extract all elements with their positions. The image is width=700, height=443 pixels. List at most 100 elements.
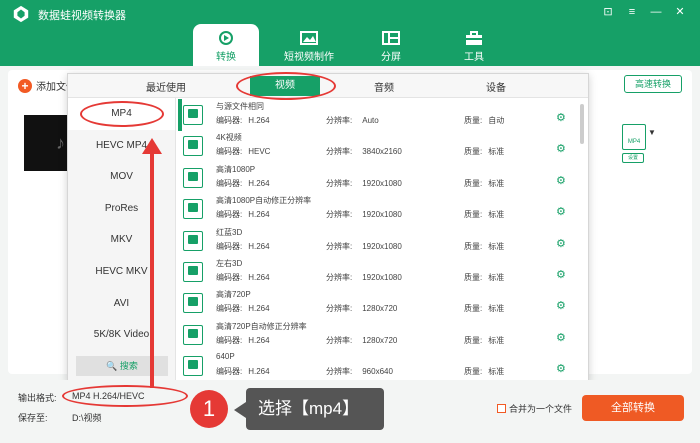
- tab-split-screen[interactable]: 分屏: [358, 24, 424, 66]
- gear-icon[interactable]: ⚙: [556, 237, 566, 250]
- codec-value: H.264: [248, 272, 270, 282]
- codec-label: 编码器:: [216, 335, 243, 345]
- output-format-label: 输出格式:: [18, 393, 57, 403]
- close-button[interactable]: ✕: [668, 4, 692, 20]
- video-file-icon: [183, 261, 203, 282]
- tab-tools[interactable]: 工具: [441, 24, 507, 66]
- preset-row[interactable]: 与源文件相同 编码器: H.264 分辨率: Auto 质量: 自动 ⚙: [178, 99, 588, 130]
- resolution-value: 1920x1080: [362, 272, 402, 282]
- title-bar: 数据蛙视频转换器 ⊡ ≡ — ✕: [0, 0, 700, 66]
- image-icon: [300, 31, 318, 45]
- video-file-icon: [183, 293, 203, 314]
- preset-quality: 质量: 标准: [464, 272, 504, 283]
- preset-codec: 编码器: H.264: [216, 178, 270, 189]
- gear-icon[interactable]: ⚙: [556, 174, 566, 187]
- gear-icon[interactable]: ⚙: [556, 299, 566, 312]
- codec-value: H.264: [248, 178, 270, 188]
- preset-resolution: 分辨率: 1920x1080: [326, 241, 402, 252]
- codec-value: H.264: [248, 210, 270, 220]
- quality-value: 标准: [488, 178, 505, 188]
- codec-label: 编码器:: [216, 147, 243, 157]
- quality-value: 标准: [488, 147, 505, 157]
- resolution-value: 1280x720: [362, 304, 398, 314]
- preset-row[interactable]: 高清1080P自动修正分辨率 编码器: H.264 分辨率: 1920x1080 质…: [178, 193, 588, 224]
- resolution-label: 分辨率:: [326, 147, 353, 157]
- preset-row[interactable]: 640P 编码器: H.264 分辨率: 960x640 质量: 标准 ⚙: [178, 350, 588, 381]
- resolution-value: 960x640: [362, 367, 393, 377]
- preset-quality: 质量: 标准: [464, 241, 504, 252]
- preset-row[interactable]: 高清1080P 编码器: H.264 分辨率: 1920x1080 质量: 标准 ⚙: [178, 162, 588, 193]
- codec-value: HEVC: [248, 147, 271, 157]
- quality-value: 标准: [488, 272, 505, 282]
- preset-name: 高清1080P自动修正分辨率: [216, 196, 312, 206]
- gear-icon[interactable]: ⚙: [556, 142, 566, 155]
- quality-value: 标准: [488, 304, 505, 314]
- preset-codec: 编码器: H.264: [216, 366, 270, 377]
- settings-chip[interactable]: 设置: [622, 153, 644, 163]
- preset-row[interactable]: 高清720P自动修正分辨率 编码器: H.264 分辨率: 1280x720 质量:…: [178, 319, 588, 350]
- feedback-icon[interactable]: ⊡: [596, 4, 620, 20]
- preset-codec: 编码器: HEVC: [216, 146, 270, 157]
- resolution-label: 分辨率:: [326, 367, 353, 377]
- tab-short-video[interactable]: 短视频制作: [276, 24, 342, 66]
- menu-icon[interactable]: ≡: [620, 4, 644, 20]
- resolution-label: 分辨率:: [326, 178, 353, 188]
- output-format-icon[interactable]: MP4: [622, 124, 646, 150]
- minimize-button[interactable]: —: [644, 4, 668, 20]
- tab-convert[interactable]: 转换: [193, 24, 259, 66]
- quality-label: 质量:: [464, 178, 483, 188]
- preset-row[interactable]: 左右3D 编码器: H.264 分辨率: 1920x1080 质量: 标准 ⚙: [178, 256, 588, 287]
- gear-icon[interactable]: ⚙: [556, 331, 566, 344]
- chevron-down-icon[interactable]: ▼: [648, 128, 656, 137]
- scrollbar[interactable]: [580, 104, 584, 144]
- tab-label: 转换: [216, 52, 236, 63]
- tab-recent[interactable]: 最近使用: [146, 79, 186, 94]
- preset-row[interactable]: 高清720P 编码器: H.264 分辨率: 1280x720 质量: 标准 ⚙: [178, 287, 588, 318]
- step-number-badge: 1: [190, 390, 228, 428]
- quality-value: 标准: [488, 367, 505, 377]
- video-file-icon: [183, 199, 203, 220]
- annotation-arrow-icon: [142, 138, 162, 388]
- preset-row[interactable]: 红蓝3D 编码器: H.264 分辨率: 1920x1080 质量: 标准 ⚙: [178, 225, 588, 256]
- video-file-icon: [183, 356, 203, 377]
- preset-row[interactable]: 4K视频 编码器: HEVC 分辨率: 3840x2160 质量: 标准 ⚙: [178, 130, 588, 161]
- gear-icon[interactable]: ⚙: [556, 205, 566, 218]
- codec-value: H.264: [248, 304, 270, 314]
- gear-icon[interactable]: ⚙: [556, 362, 566, 375]
- preset-quality: 质量: 标准: [464, 366, 504, 377]
- callout-pointer: [234, 402, 246, 418]
- resolution-value: 1920x1080: [362, 178, 402, 188]
- highlight-ring-mp4: [80, 101, 164, 127]
- gear-icon[interactable]: ⚙: [556, 268, 566, 281]
- quality-value: 标准: [488, 210, 505, 220]
- codec-value: H.264: [248, 116, 270, 125]
- preset-quality: 质量: 标准: [464, 146, 504, 157]
- resolution-label: 分辨率:: [326, 335, 353, 345]
- save-to-label: 保存至:: [18, 413, 48, 423]
- merge-label: 合并为一个文件: [509, 404, 573, 414]
- tab-audio[interactable]: 音频: [374, 79, 394, 94]
- gear-icon[interactable]: ⚙: [556, 111, 566, 124]
- quality-value: 自动: [488, 116, 505, 125]
- merge-checkbox[interactable]: 合并为一个文件: [497, 402, 572, 415]
- preset-quality: 质量: 标准: [464, 335, 504, 346]
- codec-label: 编码器:: [216, 241, 243, 251]
- preset-quality: 质量: 标准: [464, 303, 504, 314]
- preset-resolution: 分辨率: 3840x2160: [326, 146, 402, 157]
- save-path-value[interactable]: D:\视频: [72, 411, 102, 424]
- codec-label: 编码器:: [216, 116, 243, 125]
- convert-all-button[interactable]: 全部转换: [582, 395, 684, 421]
- tab-label: 分屏: [381, 52, 401, 63]
- preset-quality: 质量: 自动: [464, 115, 504, 126]
- preset-quality: 质量: 标准: [464, 209, 504, 220]
- preset-quality: 质量: 标准: [464, 178, 504, 189]
- tab-device[interactable]: 设备: [486, 79, 506, 94]
- tab-label: 工具: [464, 52, 484, 63]
- resolution-value: 1920x1080: [362, 241, 402, 251]
- preset-list: 与源文件相同 编码器: H.264 分辨率: Auto 质量: 自动 ⚙ 4K视频 编…: [178, 99, 588, 382]
- high-speed-convert-button[interactable]: 高速转换: [624, 75, 682, 93]
- preset-name: 高清1080P: [216, 164, 256, 174]
- codec-value: H.264: [248, 335, 270, 345]
- highlight-ring-output: [62, 385, 188, 407]
- codec-label: 编码器:: [216, 178, 243, 188]
